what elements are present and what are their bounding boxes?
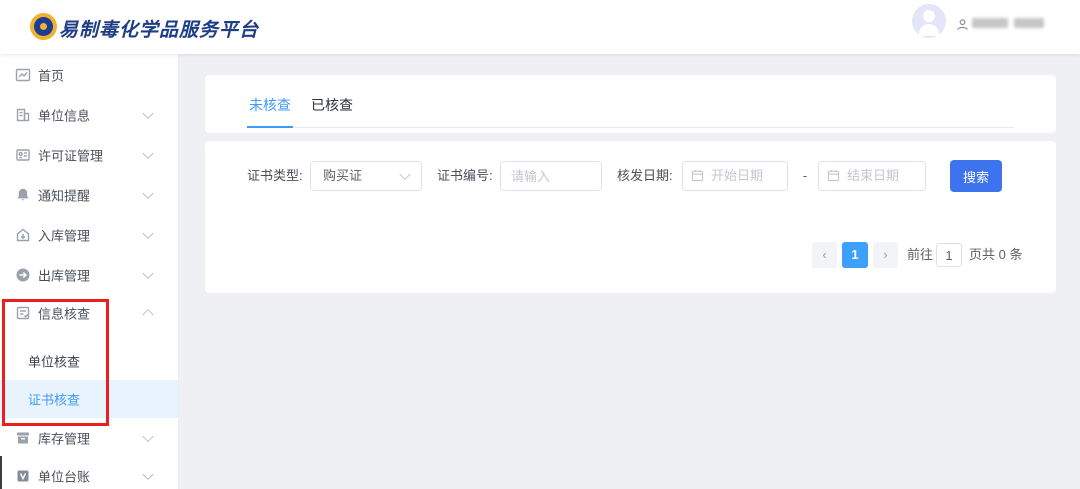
chevron-down-icon: [142, 188, 153, 199]
page-prev-button[interactable]: ‹: [812, 242, 837, 268]
sidebar-item-license-mgmt[interactable]: 许可证管理: [0, 135, 178, 175]
outbound-arrow-icon: [15, 267, 31, 283]
end-date-placeholder: 结束日期: [847, 162, 899, 190]
ledger-book-icon: [15, 468, 31, 484]
sidebar-item-inbound-mgmt[interactable]: 入库管理: [0, 215, 178, 255]
chevron-down-icon: [142, 108, 153, 119]
tabs-card: 未核查 已核查: [205, 75, 1056, 133]
page-number-button[interactable]: 1: [842, 242, 868, 268]
page-next-button[interactable]: ›: [873, 242, 898, 268]
avatar[interactable]: [912, 4, 946, 38]
filter-card: 证书类型: 购买证 证书编号: 核发日期: 开始日期 -: [205, 141, 1056, 293]
calendar-icon: [691, 169, 704, 182]
sidebar-item-unit-info[interactable]: 单位信息: [0, 95, 178, 135]
app-title: 易制毒化学品服务平台: [59, 15, 259, 42]
pagination: ‹ 1 › 前往 页共 0 条: [205, 242, 1056, 268]
tab-verified[interactable]: 已核查: [309, 95, 355, 127]
sidebar-item-unit-ledger[interactable]: 单位台账: [0, 456, 178, 489]
user-name-redacted: [972, 18, 1008, 28]
goto-label: 前往: [907, 242, 933, 268]
sidebar-item-outbound-mgmt[interactable]: 出库管理: [0, 255, 178, 295]
goto-page-input[interactable]: [936, 243, 962, 267]
user-icon: [956, 18, 969, 36]
chevron-down-icon: [399, 169, 410, 180]
app-root: 易制毒化学品服务平台 首页 单位信息: [0, 0, 1080, 489]
police-badge-logo-icon: [30, 13, 57, 40]
cert-no-input[interactable]: [500, 161, 602, 191]
sidebar-item-home[interactable]: 首页: [0, 55, 178, 95]
screenshot-edge-artifact: [0, 456, 2, 489]
chevron-down-icon: [142, 148, 153, 159]
chevron-down-icon: [142, 469, 153, 480]
end-date-input[interactable]: 结束日期: [818, 161, 926, 191]
annotation-highlight-box: [2, 299, 109, 426]
chevron-down-icon: [142, 431, 153, 442]
calendar-icon: [827, 169, 840, 182]
total-count-label: 页共 0 条: [969, 242, 1022, 268]
start-date-placeholder: 开始日期: [711, 162, 763, 190]
cert-type-value: 购买证: [323, 162, 362, 190]
inventory-box-icon: [15, 430, 31, 446]
sidebar-item-notifications[interactable]: 通知提醒: [0, 175, 178, 215]
license-card-icon: [15, 147, 31, 163]
tab-bar: 未核查 已核查: [247, 95, 1014, 128]
cert-no-label: 证书编号:: [437, 160, 493, 192]
search-button[interactable]: 搜索: [950, 160, 1002, 192]
inbound-warehouse-icon: [15, 227, 31, 243]
top-header: 易制毒化学品服务平台: [0, 0, 1080, 54]
tab-unverified[interactable]: 未核查: [247, 95, 293, 128]
user-name-redacted: [1014, 18, 1044, 28]
start-date-input[interactable]: 开始日期: [682, 161, 788, 191]
chevron-down-icon: [142, 228, 153, 239]
chevron-up-icon: [142, 309, 153, 320]
chevron-down-icon: [142, 268, 153, 279]
cert-type-select[interactable]: 购买证: [310, 161, 422, 191]
building-icon: [15, 107, 31, 123]
issue-date-label: 核发日期:: [617, 160, 673, 192]
cert-type-label: 证书类型:: [247, 160, 303, 192]
filter-row: 证书类型: 购买证 证书编号: 核发日期: 开始日期 -: [205, 160, 1056, 192]
date-range-separator: -: [799, 160, 811, 192]
bell-icon: [15, 187, 31, 203]
home-chart-icon: [15, 67, 31, 83]
